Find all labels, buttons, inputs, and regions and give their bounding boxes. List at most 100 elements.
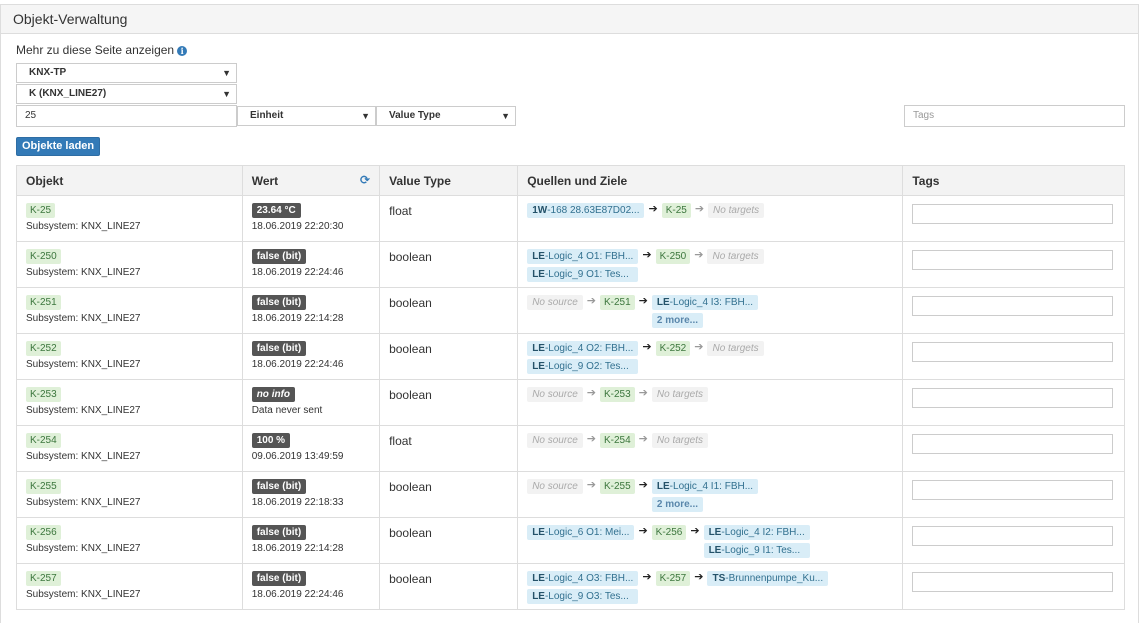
object-link-col: K-257 <box>655 571 691 586</box>
value-type-cell: boolean <box>379 563 519 610</box>
col-tags: Tags <box>902 165 1125 196</box>
tags-input[interactable] <box>912 296 1114 316</box>
object-name-tag[interactable]: K-250 <box>26 249 61 264</box>
object-name-tag[interactable]: K-254 <box>26 433 61 448</box>
target-prefix: LE <box>656 481 670 492</box>
tags-filter-input[interactable]: Tags <box>904 105 1125 127</box>
value-type-cell: boolean <box>379 379 519 426</box>
target-prefix: LE <box>708 545 722 556</box>
tags-input[interactable] <box>912 526 1114 546</box>
tags-input[interactable] <box>912 572 1114 592</box>
value-type-select[interactable]: Value Type ▼ <box>376 106 516 126</box>
col-value-type[interactable]: Value Type <box>379 165 519 196</box>
unit-select[interactable]: Einheit ▼ <box>237 106 376 126</box>
more-targets-link[interactable]: 2 more... <box>651 313 704 328</box>
source-prefix: LE <box>532 527 545 538</box>
count-input[interactable]: 25 <box>16 105 237 127</box>
tags-cell <box>902 241 1125 288</box>
target-link[interactable]: LE-Logic_4 I2: FBH... <box>703 525 810 540</box>
object-link-tag[interactable]: K-255 <box>599 479 635 494</box>
arrow-right-icon: ➔ <box>694 203 705 215</box>
object-name-tag[interactable]: K-255 <box>26 479 61 494</box>
source-link[interactable]: LE-Logic_9 O1: Tes... <box>527 267 639 282</box>
object-name-tag[interactable]: K-256 <box>26 525 61 540</box>
source-link[interactable]: LE-Logic_4 O2: FBH... <box>527 341 639 356</box>
object-link-tag[interactable]: K-251 <box>599 295 635 310</box>
source-link[interactable]: LE-Logic_9 O3: Tes... <box>527 589 639 604</box>
source-link[interactable]: LE-Logic_6 O1: Mei... <box>527 525 635 540</box>
flow-chain: No source ➔ K-251 ➔ LE-Logic_4 I3: FBH... 2 m… <box>527 295 902 328</box>
value-timestamp: 18.06.2019 22:24:46 <box>251 267 344 278</box>
info-circle-icon[interactable]: i <box>177 46 188 56</box>
target-link[interactable]: LE-Logic_4 I1: FBH... <box>651 479 759 494</box>
tags-input[interactable] <box>912 434 1114 454</box>
line-select[interactable]: K (KNX_LINE27) ▼ <box>16 84 237 104</box>
sources-list: LE-Logic_4 O1: FBH... LE-Logic_9 O1: Tes.… <box>527 249 639 282</box>
value-badge: 100 % <box>251 433 291 448</box>
sources-targets-cell: No source ➔ K-253 ➔ No targets <box>517 379 904 426</box>
arrow-right-icon: ➔ <box>638 295 648 307</box>
no-source-badge: No source <box>527 479 583 494</box>
tags-cell <box>902 379 1125 426</box>
source-text: -Logic_9 O1: Tes... <box>544 269 629 280</box>
object-link-tag[interactable]: K-257 <box>655 571 691 586</box>
target-link[interactable]: TS-Brunnenpumpe_Ku... <box>707 571 829 586</box>
value-type-text: boolean <box>389 296 432 310</box>
object-link-tag[interactable]: K-254 <box>599 433 635 448</box>
object-link-tag[interactable]: K-250 <box>655 249 691 264</box>
bus-select-value: KNX-TP <box>29 67 67 78</box>
tags-input[interactable] <box>912 480 1114 500</box>
target-link[interactable]: LE-Logic_9 I1: Tes... <box>703 543 810 558</box>
target-link[interactable]: LE-Logic_4 I3: FBH... <box>651 295 759 310</box>
target-text: -Logic_4 I2: FBH... <box>721 527 805 538</box>
col-objekt[interactable]: Objekt <box>16 165 243 196</box>
table-header-row: Objekt Wert ⟳ Value Type Quellen und Ziel… <box>16 165 1125 196</box>
more-targets-link[interactable]: 2 more... <box>651 497 704 512</box>
source-link[interactable]: LE-Logic_4 O3: FBH... <box>527 571 639 586</box>
subsystem-text: Subsystem: KNX_LINE27 <box>26 313 141 324</box>
bus-select[interactable]: KNX-TP ▼ <box>16 63 237 83</box>
object-name-tag[interactable]: K-253 <box>26 387 61 402</box>
no-targets-badge: No targets <box>651 433 709 448</box>
sources-list: 1W-168 28.63E87D02... <box>527 203 645 218</box>
tags-cell <box>902 471 1125 518</box>
value-type-text: boolean <box>389 526 432 540</box>
load-objects-button[interactable]: Objekte laden <box>16 137 101 156</box>
object-cell: K-251 Subsystem: KNX_LINE27 <box>16 287 243 334</box>
refresh-icon[interactable]: ⟳ <box>360 173 370 187</box>
tags-input[interactable] <box>912 388 1114 408</box>
object-link-tag[interactable]: K-25 <box>661 203 691 218</box>
no-targets-badge: No targets <box>707 249 764 264</box>
sources-list: No source <box>527 479 583 494</box>
caret-down-icon: ▼ <box>222 68 231 78</box>
source-link[interactable]: LE-Logic_4 O1: FBH... <box>527 249 639 264</box>
tags-input[interactable] <box>912 342 1114 362</box>
tags-input[interactable] <box>912 204 1114 224</box>
col-wert[interactable]: Wert ⟳ <box>242 165 381 196</box>
sources-list: LE-Logic_4 O3: FBH... LE-Logic_9 O3: Tes.… <box>527 571 639 604</box>
table-body: K-25 Subsystem: KNX_LINE27 23.64 °C 18.06.2… <box>16 195 1125 610</box>
sources-targets-cell: 1W-168 28.63E87D02... ➔ K-25 ➔ No targets <box>517 195 904 242</box>
source-text: -Logic_6 O1: Mei... <box>544 527 630 538</box>
arrow-right-icon: ➔ <box>694 571 704 583</box>
arrow-right-icon: ➔ <box>638 525 648 537</box>
sources-list: No source <box>527 433 583 448</box>
object-name-tag[interactable]: K-251 <box>26 295 61 310</box>
object-name-tag[interactable]: K-252 <box>26 341 61 356</box>
value-badge: false (bit) <box>251 341 307 356</box>
object-link-tag[interactable]: K-256 <box>651 525 687 540</box>
source-link[interactable]: LE-Logic_9 O2: Tes... <box>527 359 639 374</box>
object-name-tag[interactable]: K-25 <box>26 203 56 218</box>
subsystem-text: Subsystem: KNX_LINE27 <box>26 267 141 278</box>
tags-input[interactable] <box>912 250 1114 270</box>
arrow-right-icon: ➔ <box>648 203 658 215</box>
object-name-tag[interactable]: K-257 <box>26 571 61 586</box>
targets-list: No targets <box>707 341 764 356</box>
no-targets-badge: No targets <box>651 387 709 402</box>
object-link-tag[interactable]: K-253 <box>599 387 635 402</box>
targets-list: No targets <box>708 203 765 218</box>
object-link-tag[interactable]: K-252 <box>655 341 691 356</box>
tags-cell <box>902 195 1125 242</box>
source-link[interactable]: 1W-168 28.63E87D02... <box>527 203 645 218</box>
source-text: -Logic_9 O2: Tes... <box>544 361 629 372</box>
